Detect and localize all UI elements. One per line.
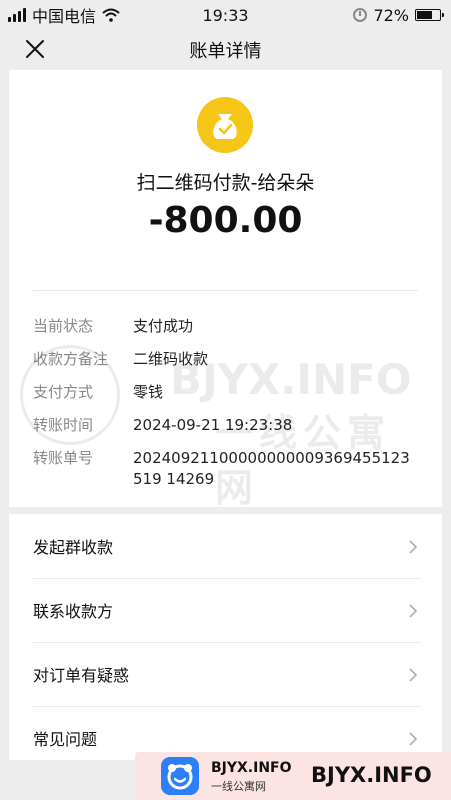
menu-item-contact-payee[interactable]: 联系收款方 — [9, 578, 442, 642]
battery-percent: 72% — [373, 5, 409, 25]
chevron-right-icon — [409, 732, 418, 746]
site-banner[interactable]: BJYX.INFO 一线公寓网 BJYX.INFO — [135, 752, 451, 800]
banner-site-subtitle: 一线公寓网 — [211, 780, 266, 793]
detail-label: 转账单号 — [33, 449, 94, 467]
carrier-name: 中国电信 — [32, 7, 97, 26]
banner-site-name: BJYX.INFO — [211, 760, 292, 776]
chevron-right-icon — [409, 668, 418, 682]
status-bar: 中国电信 19:33 72% — [0, 0, 451, 30]
site-logo-icon — [161, 757, 199, 795]
detail-row-method: 支付方式 零钱 — [33, 382, 423, 403]
chevron-right-icon — [409, 540, 418, 554]
detail-row-status: 当前状态 支付成功 — [33, 316, 423, 337]
detail-label: 当前状态 — [33, 317, 94, 335]
close-icon[interactable] — [24, 38, 46, 60]
divider — [33, 290, 418, 291]
detail-value: 零钱 — [133, 383, 164, 401]
clock: 19:33 — [202, 5, 249, 25]
menu-item-label: 发起群收款 — [33, 538, 114, 557]
detail-value: 二维码收款 — [133, 350, 209, 368]
detail-value: 20240921100000000009369455123519 14269 — [133, 449, 410, 488]
battery-icon — [415, 9, 444, 21]
menu-item-label: 联系收款方 — [33, 602, 114, 621]
action-menu: 发起群收款 联系收款方 对订单有疑惑 常见问题 — [9, 514, 442, 760]
banner-site-domain: BJYX.INFO — [311, 763, 432, 787]
signal-icon — [8, 8, 26, 22]
details-list: 当前状态 支付成功 收款方备注 二维码收款 支付方式 零钱 转账时间 2024-… — [33, 316, 423, 502]
detail-value: 支付成功 — [133, 317, 194, 335]
menu-item-label: 对订单有疑惑 — [33, 666, 130, 685]
detail-label: 支付方式 — [33, 383, 94, 401]
alarm-icon — [353, 8, 368, 22]
page-title: 账单详情 — [189, 41, 262, 62]
bill-detail-card: 扫二维码付款-给朵朵 -800.00 当前状态 支付成功 收款方备注 二维码收款… — [9, 70, 442, 507]
detail-row-order-number: 转账单号 20240921100000000009369455123519 14… — [33, 448, 423, 490]
detail-label: 转账时间 — [33, 416, 94, 434]
detail-row-time: 转账时间 2024-09-21 19:23:38 — [33, 415, 423, 436]
payee-title: 扫二维码付款-给朵朵 — [136, 172, 315, 194]
chevron-right-icon — [409, 604, 418, 618]
money-bag-icon — [197, 97, 253, 153]
nav-bar: 账单详情 — [0, 30, 451, 70]
menu-item-order-question[interactable]: 对订单有疑惑 — [9, 642, 442, 706]
menu-item-label: 常见问题 — [33, 730, 98, 749]
wifi-icon — [102, 8, 120, 22]
detail-row-remark: 收款方备注 二维码收款 — [33, 349, 423, 370]
menu-item-group-collect[interactable]: 发起群收款 — [9, 514, 442, 578]
detail-label: 收款方备注 — [33, 350, 109, 368]
amount: -800.00 — [148, 200, 303, 241]
detail-value: 2024-09-21 19:23:38 — [133, 416, 293, 434]
